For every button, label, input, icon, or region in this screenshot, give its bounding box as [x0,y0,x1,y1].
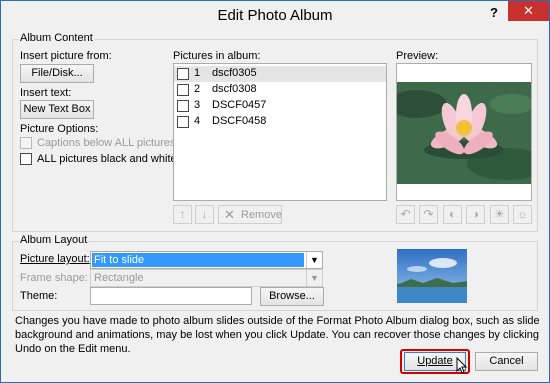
picture-checkbox[interactable] [177,68,189,80]
picture-checkbox[interactable] [177,100,189,112]
title-bar: Edit Photo Album ? ✕ [1,1,549,30]
list-item[interactable]: 2 dscf0308 [174,82,386,98]
insert-picture-from-label: Insert picture from: [20,50,112,62]
dialog-title: Edit Photo Album [217,7,333,24]
help-button[interactable]: ? [485,3,503,23]
picture-name: DSCF0457 [212,99,267,111]
black-white-checkbox[interactable] [20,153,32,165]
contrast-less-icon[interactable]: ◑ [466,205,485,224]
remove-x-icon: ✕ [224,207,235,222]
brightness-more-icon[interactable]: ☀ [490,205,509,224]
layout-preview-image [397,249,467,303]
remove-label: Remove [241,209,282,221]
preview-image [396,63,532,201]
pictures-listbox[interactable]: 1 dscf0305 2 dscf0308 3 DSCF0457 4 DSCF0… [173,63,387,201]
cancel-button[interactable]: Cancel [475,352,538,371]
mouse-cursor-icon [456,356,468,375]
move-up-icon[interactable]: ↑ [173,205,192,224]
frame-shape-value: Rectangle [94,272,144,284]
album-content-label: Album Content [18,32,95,44]
dropdown-arrow-icon[interactable]: ▼ [306,252,322,268]
rotate-right-icon[interactable]: ↷ [419,205,438,224]
list-item[interactable]: 3 DSCF0457 [174,98,386,114]
picture-layout-value: Fit to slide [92,253,304,267]
insert-text-label: Insert text: [20,87,72,99]
picture-layout-label: Picture layout: [20,253,90,265]
dropdown-arrow-icon[interactable]: ▼ [306,270,322,286]
picture-name: dscf0308 [212,83,257,95]
picture-number: 1 [194,67,201,79]
album-layout-label: Album Layout [18,234,90,246]
file-disk-button[interactable]: File/Disk... [20,64,94,83]
frame-shape-label: Frame shape: [20,272,88,284]
frame-shape-select[interactable]: Rectangle ▼ [90,269,323,287]
picture-options-label: Picture Options: [20,123,99,135]
contrast-more-icon[interactable]: ◐ [443,205,462,224]
picture-name: DSCF0458 [212,115,267,127]
theme-input[interactable] [90,287,252,305]
picture-number: 4 [194,115,201,127]
brightness-less-icon[interactable]: ☼ [513,205,532,224]
captions-below-checkbox[interactable] [20,137,32,149]
list-item[interactable]: 1 dscf0305 [174,66,386,82]
remove-button[interactable]: ✕ Remove [218,205,282,224]
preview-label: Preview: [396,50,439,62]
captions-below-label: Captions below ALL pictures [37,137,176,149]
picture-number: 3 [194,99,201,111]
move-down-icon[interactable]: ↓ [195,205,214,224]
picture-checkbox[interactable] [177,84,189,96]
theme-label: Theme: [20,290,58,302]
picture-checkbox[interactable] [177,116,189,128]
browse-button[interactable]: Browse... [260,287,324,306]
list-item[interactable]: 4 DSCF0458 [174,114,386,130]
new-text-box-button[interactable]: New Text Box [20,100,94,119]
picture-number: 2 [194,83,201,95]
close-button[interactable]: ✕ [508,1,549,21]
pictures-in-album-label: Pictures in album: [173,50,261,62]
edit-photo-album-dialog: Edit Photo Album ? ✕ Album Content Inser… [0,0,550,383]
picture-layout-select[interactable]: Fit to slide ▼ [90,251,323,269]
black-white-label: ALL pictures black and white [37,153,177,165]
picture-name: dscf0305 [212,67,257,79]
rotate-left-icon[interactable]: ↶ [396,205,415,224]
